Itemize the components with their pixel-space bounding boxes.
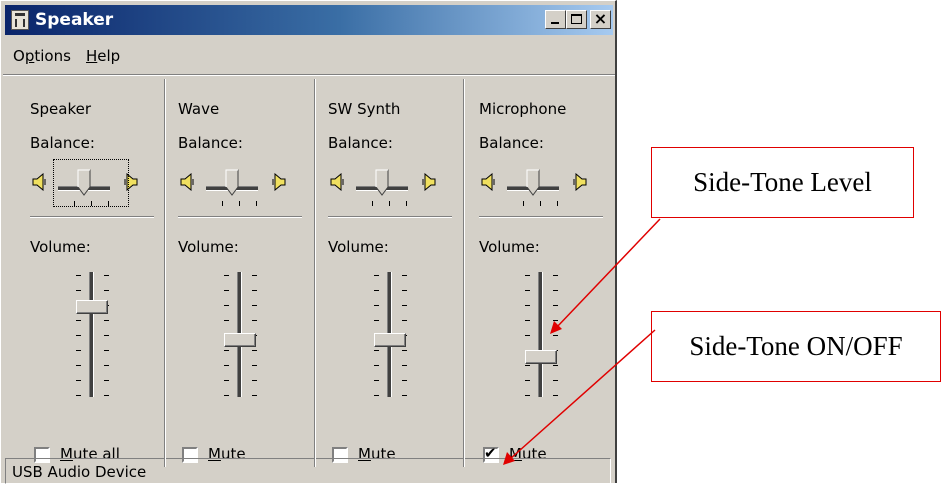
callout-arrows [503, 218, 661, 465]
arrow-onoff-head [503, 452, 515, 465]
arrow-level [555, 218, 661, 329]
arrow-onoff [509, 329, 656, 460]
